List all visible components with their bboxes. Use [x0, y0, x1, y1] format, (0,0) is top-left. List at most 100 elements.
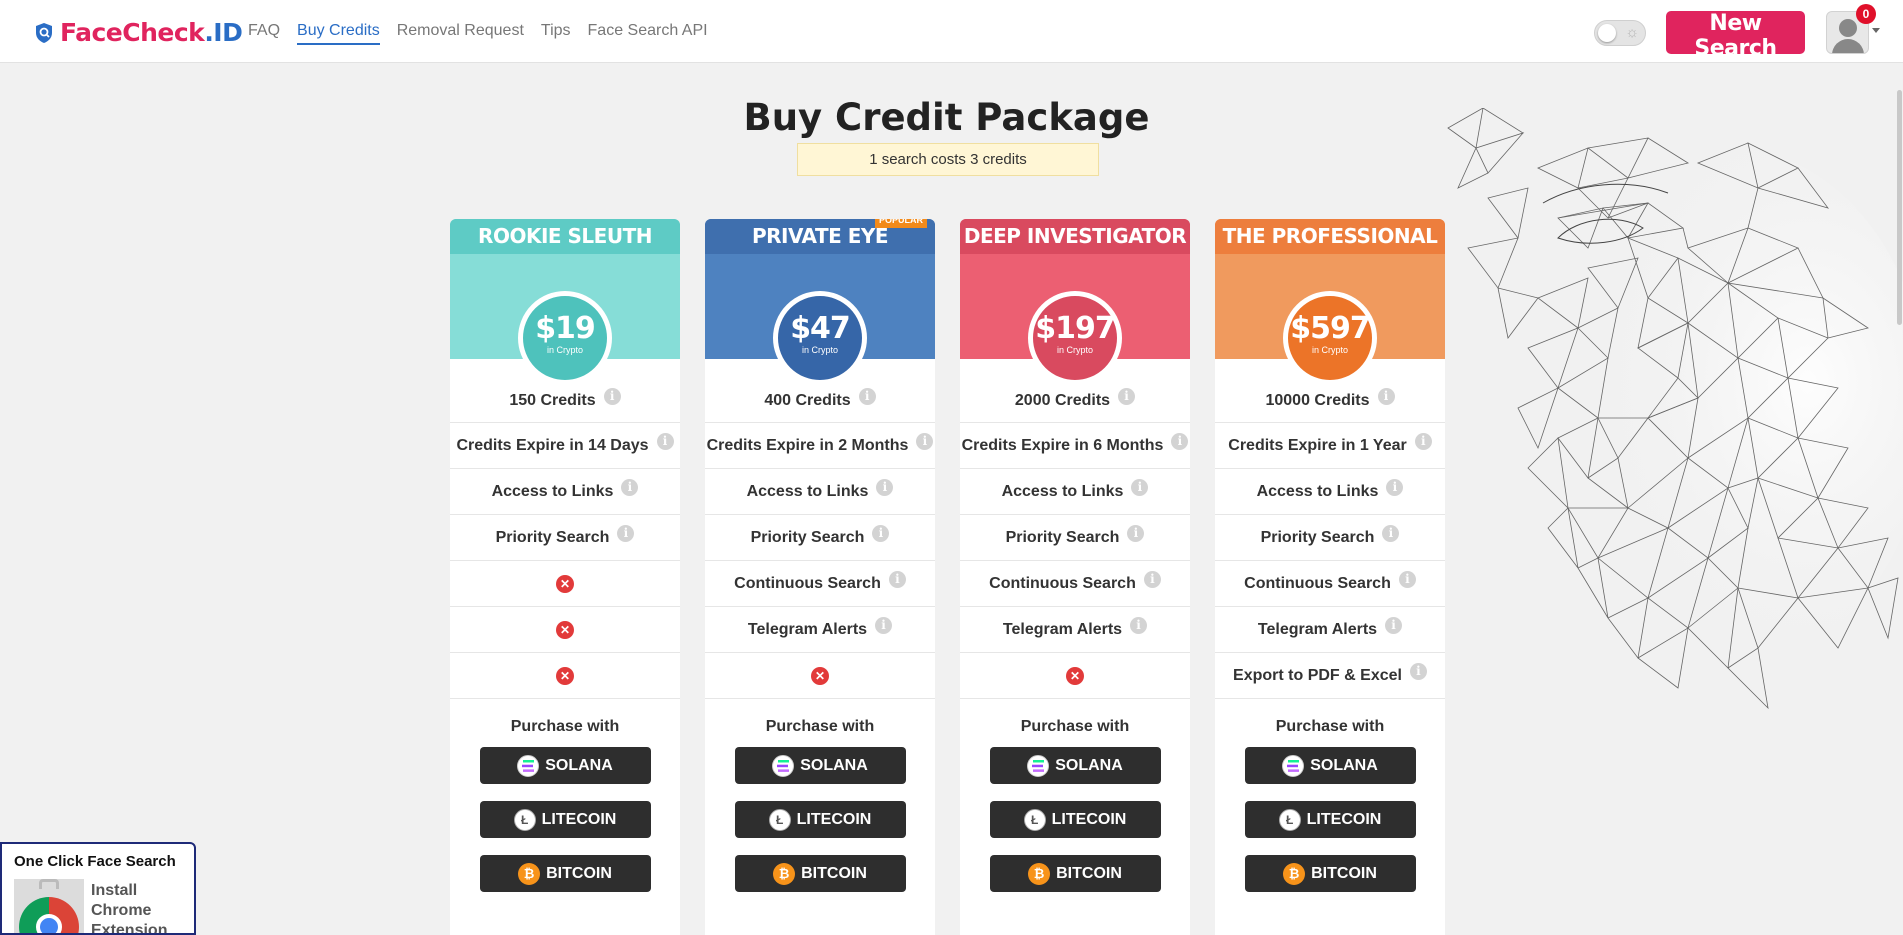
- info-icon[interactable]: i: [603, 388, 621, 405]
- feature-row: Access to Links i: [960, 469, 1190, 515]
- unavailable-icon: ✕: [556, 574, 574, 593]
- info-icon[interactable]: i: [1130, 617, 1148, 634]
- info-icon[interactable]: i: [872, 525, 890, 542]
- feature-label: Access to Links: [746, 482, 869, 500]
- feature-row: ✕: [450, 561, 680, 607]
- feature-label: Credits Expire in 2 Months: [706, 436, 909, 454]
- feature-row: ✕: [705, 653, 935, 699]
- plan-price: $597: [1290, 311, 1371, 346]
- info-icon[interactable]: i: [1118, 388, 1136, 405]
- shield-icon: [36, 22, 52, 43]
- pay-solana-button[interactable]: SOLANA: [479, 747, 651, 784]
- nav-link-removal-request[interactable]: Removal Request: [397, 22, 524, 45]
- solana-icon: [1027, 754, 1050, 777]
- info-icon[interactable]: i: [1171, 433, 1189, 450]
- info-icon[interactable]: i: [1127, 525, 1145, 542]
- feature-label: Telegram Alerts: [747, 620, 868, 638]
- info-icon[interactable]: i: [1382, 525, 1400, 542]
- payment-label: LITECOIN: [796, 810, 872, 828]
- feature-label: 2000 Credits: [1014, 391, 1111, 409]
- nav-link-face-search-api[interactable]: Face Search API: [588, 22, 708, 45]
- info-icon[interactable]: i: [1385, 617, 1403, 634]
- info-icon[interactable]: i: [1414, 433, 1432, 450]
- price-currency-note: in Crypto: [1056, 345, 1093, 355]
- feature-row: Access to Links i: [705, 469, 935, 515]
- litecoin-icon: Ł: [768, 808, 791, 831]
- info-icon[interactable]: i: [916, 433, 934, 450]
- price-currency-note: in Crypto: [546, 345, 583, 355]
- feature-row: Credits Expire in 14 Days i: [450, 423, 680, 469]
- feature-label: Continuous Search: [734, 574, 881, 592]
- nav-link-faq[interactable]: FAQ: [248, 22, 280, 45]
- feature-label: Access to Links: [1001, 482, 1124, 500]
- pay-solana-button[interactable]: SOLANA: [1244, 747, 1416, 784]
- feature-row: Export to PDF & Excel i: [1215, 653, 1445, 699]
- pay-bitcoin-button[interactable]: ₿ BITCOIN: [479, 855, 651, 892]
- page-scrollbar[interactable]: [1897, 90, 1902, 325]
- info-icon[interactable]: i: [888, 571, 906, 588]
- feature-row: ✕: [450, 607, 680, 653]
- info-icon[interactable]: i: [656, 433, 674, 450]
- plan-price: $197: [1035, 311, 1116, 346]
- avatar-body: [1832, 39, 1864, 53]
- info-icon[interactable]: i: [1398, 571, 1416, 588]
- chrome-extension-promo[interactable]: One Click Face Search Install Chrome Ext…: [0, 842, 196, 935]
- chrome-icon: [14, 879, 84, 933]
- payment-label: LITECOIN: [1051, 810, 1127, 828]
- info-icon[interactable]: i: [617, 525, 635, 542]
- info-icon[interactable]: i: [876, 479, 894, 496]
- info-icon[interactable]: i: [1143, 571, 1161, 588]
- info-icon[interactable]: i: [621, 479, 639, 496]
- pay-solana-button[interactable]: SOLANA: [734, 747, 906, 784]
- nav-link-buy-credits[interactable]: Buy Credits: [297, 22, 380, 45]
- extension-title: One Click Face Search: [14, 853, 176, 870]
- plan-header: DEEP INVESTIGATOR $197 in Crypto: [960, 219, 1190, 385]
- payment-label: BITCOIN: [546, 864, 612, 882]
- info-icon[interactable]: i: [1377, 388, 1395, 405]
- pay-solana-button[interactable]: SOLANA: [989, 747, 1161, 784]
- install-extension-link[interactable]: Install Chrome Extension: [91, 881, 191, 933]
- feature-row: Credits Expire in 6 Months i: [960, 423, 1190, 469]
- popular-badge: POPULAR: [874, 219, 927, 228]
- feature-row: Priority Search i: [1215, 515, 1445, 561]
- pay-bitcoin-button[interactable]: ₿ BITCOIN: [1244, 855, 1416, 892]
- pay-bitcoin-button[interactable]: ₿ BITCOIN: [989, 855, 1161, 892]
- feature-label: Credits Expire in 14 Days: [456, 436, 649, 454]
- info-icon[interactable]: i: [875, 617, 893, 634]
- info-icon[interactable]: i: [1131, 479, 1149, 496]
- chevron-down-icon[interactable]: [1872, 28, 1880, 33]
- purchase-label: Purchase with: [1275, 718, 1385, 735]
- info-icon[interactable]: i: [1386, 479, 1404, 496]
- new-search-button[interactable]: New Search: [1666, 11, 1805, 61]
- facecheck-logo[interactable]: FaceCheck .ID: [34, 18, 243, 47]
- feature-row: Continuous Search i: [960, 561, 1190, 607]
- feature-label: Access to Links: [491, 482, 614, 500]
- pay-litecoin-button[interactable]: Ł LITECOIN: [734, 801, 906, 838]
- main-nav: FAQ Buy Credits Removal Request Tips Fac…: [248, 22, 725, 45]
- search-cost-note: 1 search costs 3 credits: [797, 143, 1099, 176]
- purchase-label: Purchase with: [1020, 718, 1130, 735]
- solana-icon: [517, 754, 540, 777]
- nav-link-tips[interactable]: Tips: [541, 22, 571, 45]
- payment-label: LITECOIN: [1306, 810, 1382, 828]
- theme-toggle[interactable]: ☼: [1594, 20, 1646, 46]
- info-icon[interactable]: i: [858, 388, 876, 405]
- price-currency-note: in Crypto: [1311, 345, 1348, 355]
- page-title: Buy Credit Package: [743, 96, 1150, 139]
- top-navbar: FaceCheck .ID FAQ Buy Credits Removal Req…: [0, 0, 1903, 63]
- litecoin-icon: Ł: [513, 808, 536, 831]
- info-icon[interactable]: i: [1409, 663, 1427, 680]
- feature-row: Access to Links i: [1215, 469, 1445, 515]
- feature-row: Continuous Search i: [1215, 561, 1445, 607]
- payment-label: BITCOIN: [1311, 864, 1377, 882]
- pay-litecoin-button[interactable]: Ł LITECOIN: [479, 801, 651, 838]
- feature-row: Credits Expire in 2 Months i: [705, 423, 935, 469]
- pay-bitcoin-button[interactable]: ₿ BITCOIN: [734, 855, 906, 892]
- plan-card-the-professional: THE PROFESSIONAL $597 in Crypto 10000 Credi…: [1215, 219, 1445, 935]
- feature-list: 2000 Credits i Credits Expire in 6 Months i…: [960, 360, 1190, 699]
- pay-litecoin-button[interactable]: Ł LITECOIN: [1244, 801, 1416, 838]
- feature-row: Credits Expire in 1 Year i: [1215, 423, 1445, 469]
- feature-row: Priority Search i: [450, 515, 680, 561]
- feature-label: Continuous Search: [989, 574, 1136, 592]
- pay-litecoin-button[interactable]: Ł LITECOIN: [989, 801, 1161, 838]
